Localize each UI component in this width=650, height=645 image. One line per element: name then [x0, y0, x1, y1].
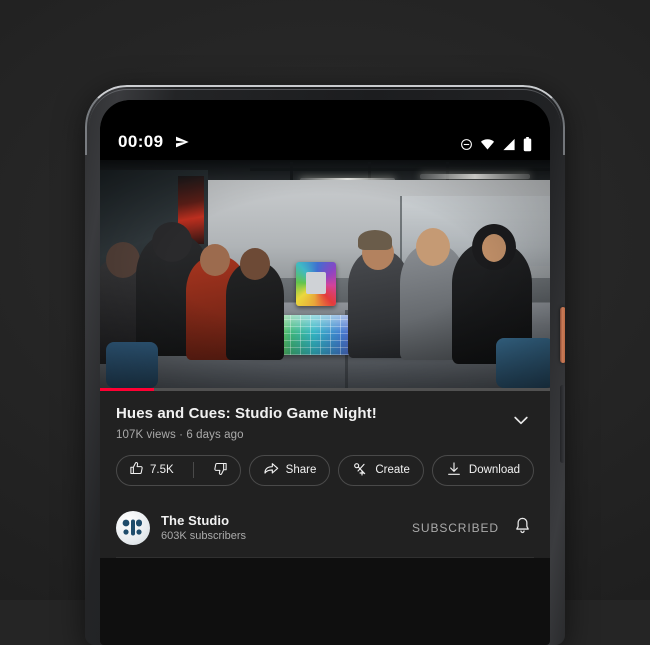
title-row: Hues and Cues: Studio Game Night! 107K v… [116, 405, 534, 441]
share-label: Share [285, 464, 317, 477]
status-clock: 00:09 [118, 132, 164, 151]
status-bar: 00:09 [100, 100, 550, 160]
scene-person-head [152, 222, 192, 262]
like-dislike-divider [192, 462, 194, 479]
title-block[interactable]: Hues and Cues: Studio Game Night! 107K v… [116, 405, 377, 441]
channel-subscriber-count: 603K subscribers [161, 530, 246, 543]
scene-chair [106, 342, 158, 388]
scene-game-box-label [306, 272, 326, 294]
notification-bell-icon [513, 517, 532, 539]
action-chip-row: 7.5K Share Create Download [116, 454, 534, 486]
download-label: Download [468, 464, 521, 477]
phone-screen: 00:09 Hues and Cues: Studio Game Night! … [100, 100, 550, 645]
share-button[interactable]: Share [248, 454, 331, 486]
like-dislike-chip: 7.5K [116, 454, 241, 486]
phone-device: 00:09 Hues and Cues: Studio Game Night! … [85, 85, 565, 645]
avatar[interactable] [116, 510, 150, 545]
share-arrow-icon [263, 461, 279, 480]
video-frame [100, 160, 550, 388]
video-meta: 107K views · 6 days ago [116, 428, 244, 441]
volume-rocker-button[interactable] [560, 385, 565, 463]
scene-ceiling-beam [250, 168, 550, 171]
scene-ceiling-light [420, 174, 530, 179]
scene-chair [496, 338, 550, 388]
scene-person-head [200, 244, 230, 276]
create-button[interactable]: Create [338, 454, 424, 486]
battery-icon [523, 137, 532, 152]
do-not-disturb-icon [460, 138, 473, 151]
expand-description-button[interactable] [508, 407, 534, 438]
create-clip-icon [352, 461, 368, 480]
channel-text-block[interactable]: The Studio 603K subscribers [161, 513, 412, 542]
status-bar-left: 00:09 [118, 132, 190, 152]
video-title: Hues and Cues: Studio Game Night! [116, 405, 377, 422]
power-button[interactable] [560, 307, 565, 363]
dislike-button[interactable] [201, 455, 240, 486]
studio-logo-avatar [116, 519, 150, 545]
send-icon [174, 134, 190, 150]
subscribe-button[interactable]: SUBSCRIBED [412, 521, 499, 535]
scene-person-face [482, 234, 506, 262]
like-count: 7.5K [150, 464, 174, 477]
notification-bell-button[interactable] [513, 516, 532, 540]
scene-person-head [106, 242, 140, 278]
thumbs-down-icon [213, 461, 228, 479]
download-icon [446, 461, 462, 480]
download-button[interactable]: Download [431, 454, 534, 486]
scene-person-head [240, 248, 270, 280]
chevron-down-icon [511, 416, 531, 434]
channel-row: The Studio 603K subscribers SUBSCRIBED [116, 501, 534, 558]
video-info-panel: Hues and Cues: Studio Game Night! 107K v… [100, 391, 550, 558]
like-button[interactable]: 7.5K [117, 455, 186, 486]
status-bar-right [460, 137, 532, 152]
create-label: Create [375, 464, 410, 477]
video-progress-fill [100, 388, 154, 391]
thumbs-up-icon [129, 461, 144, 479]
video-player[interactable] [100, 160, 550, 388]
video-progress-track[interactable] [100, 388, 550, 391]
channel-name: The Studio [161, 513, 230, 529]
scene-person-head [416, 228, 450, 266]
cellular-signal-icon [502, 138, 516, 151]
scene-person-cap [358, 230, 392, 250]
wifi-icon [480, 138, 495, 151]
